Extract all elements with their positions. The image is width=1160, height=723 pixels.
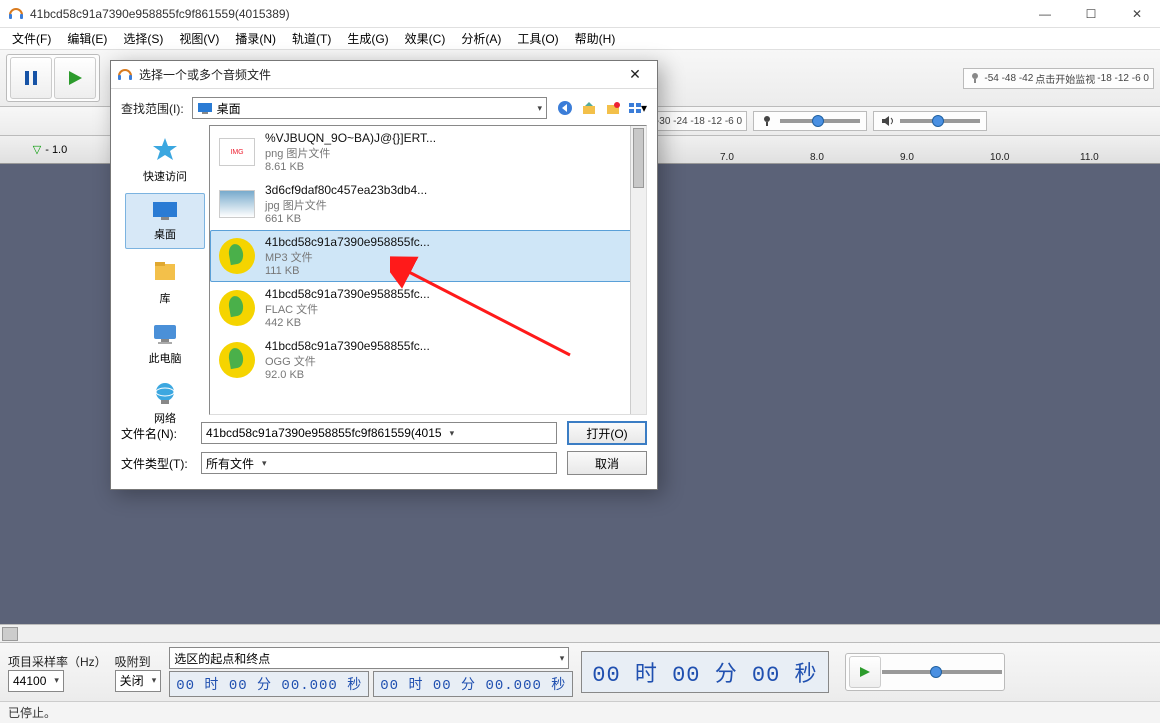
play-at-speed-button[interactable]	[849, 656, 881, 688]
speaker-icon	[880, 114, 894, 128]
selection-mode-combo[interactable]: 选区的起点和终点▾	[169, 647, 569, 669]
lookin-label: 查找范围(I):	[121, 100, 184, 117]
menu-tools[interactable]: 工具(O)	[509, 28, 566, 49]
menubar: 文件(F) 编辑(E) 选择(S) 视图(V) 播录(N) 轨道(T) 生成(G…	[0, 28, 1160, 50]
desktop-icon	[197, 102, 213, 114]
speaker-volume[interactable]	[873, 111, 987, 131]
file-item[interactable]: 3d6cf9daf80c457ea23b3db4... jpg 图片文件 661…	[210, 178, 646, 230]
music-file-icon	[219, 238, 255, 274]
mic-icon	[760, 114, 774, 128]
snap-label: 吸附到	[115, 653, 162, 670]
view-menu-button[interactable]: ▾	[627, 98, 647, 118]
new-folder-button[interactable]	[603, 98, 623, 118]
rate-label: 项目采样率（Hz）	[8, 653, 107, 670]
filename-input[interactable]: 41bcd58c91a7390e958855fc9f861559(4015▾	[201, 422, 557, 444]
playback-speed-slider[interactable]	[882, 670, 1002, 674]
file-list-scrollbar[interactable]	[630, 126, 646, 414]
menu-generate[interactable]: 生成(G)	[339, 28, 396, 49]
menu-select[interactable]: 选择(S)	[115, 28, 171, 49]
rate-combo[interactable]: 44100▾	[8, 670, 64, 692]
selection-end-time[interactable]: 00 时 00 分 00.000 秒	[373, 671, 573, 697]
pin-value: - 1.0	[45, 144, 67, 156]
places-bar: 快速访问 桌面 库 此电脑 网络	[121, 125, 209, 415]
menu-edit[interactable]: 编辑(E)	[59, 28, 115, 49]
file-item[interactable]: 41bcd58c91a7390e958855fc... OGG 文件 92.0 …	[210, 334, 646, 386]
statusbar: 已停止。	[0, 701, 1160, 723]
file-list[interactable]: IMG %VJBUQN_9O~BA)J@{}]ERT... png 图片文件 8…	[209, 125, 647, 415]
dialog-title-text: 选择一个或多个音频文件	[139, 66, 619, 83]
filetype-label: 文件类型(T):	[121, 455, 191, 472]
pause-button[interactable]	[10, 57, 52, 99]
status-text: 已停止。	[8, 704, 56, 721]
file-item[interactable]: 41bcd58c91a7390e958855fc... FLAC 文件 442 …	[210, 282, 646, 334]
menu-analyze[interactable]: 分析(A)	[453, 28, 509, 49]
open-button[interactable]: 打开(O)	[567, 421, 647, 445]
dialog-icon	[117, 67, 133, 83]
window-titlebar: 41bcd58c91a7390e958855fc9f861559(4015389…	[0, 0, 1160, 28]
filename-label: 文件名(N):	[121, 425, 191, 442]
menu-transport[interactable]: 播录(N)	[227, 28, 284, 49]
record-meter[interactable]: -54 -48 -42 点击开始监视 -18 -12 -6 0	[963, 68, 1154, 89]
maximize-button[interactable]: ☐	[1068, 0, 1114, 28]
snap-combo[interactable]: 关闭▾	[115, 670, 162, 692]
file-item[interactable]: 41bcd58c91a7390e958855fc... MP3 文件 111 K…	[210, 230, 646, 282]
horizontal-scrollbar[interactable]	[0, 624, 1160, 642]
place-thispc[interactable]: 此电脑	[125, 315, 205, 373]
dialog-close-button[interactable]: ✕	[619, 66, 651, 83]
minimize-button[interactable]: —	[1022, 0, 1068, 28]
app-icon	[8, 6, 24, 22]
lookin-combo[interactable]: 桌面▾	[192, 97, 547, 119]
back-button[interactable]	[555, 98, 575, 118]
menu-file[interactable]: 文件(F)	[4, 28, 59, 49]
place-libraries[interactable]: 库	[125, 251, 205, 313]
play-button[interactable]	[54, 57, 96, 99]
file-item[interactable]: IMG %VJBUQN_9O~BA)J@{}]ERT... png 图片文件 8…	[210, 126, 646, 178]
selection-start-time[interactable]: 00 时 00 分 00.000 秒	[169, 671, 369, 697]
music-file-icon	[219, 342, 255, 378]
window-title: 41bcd58c91a7390e958855fc9f861559(4015389…	[30, 7, 1022, 21]
audio-position-time[interactable]: 00 时 00 分 00 秒	[581, 651, 828, 693]
menu-view[interactable]: 视图(V)	[171, 28, 227, 49]
pin-icon[interactable]: ▽	[33, 143, 41, 156]
menu-tracks[interactable]: 轨道(T)	[284, 28, 339, 49]
menu-help[interactable]: 帮助(H)	[567, 28, 624, 49]
close-button[interactable]: ✕	[1114, 0, 1160, 28]
filetype-combo[interactable]: 所有文件▾	[201, 452, 557, 474]
mic-volume[interactable]	[753, 111, 867, 131]
cancel-button[interactable]: 取消	[567, 451, 647, 475]
mic-level-icon	[968, 71, 982, 85]
up-button[interactable]	[579, 98, 599, 118]
bottom-panel: 项目采样率（Hz） 44100▾ 吸附到 关闭▾ 选区的起点和终点▾ 00 时 …	[0, 642, 1160, 701]
file-open-dialog: 选择一个或多个音频文件 ✕ 查找范围(I): 桌面▾ ▾ 快速访问	[110, 60, 658, 490]
place-desktop[interactable]: 桌面	[125, 193, 205, 249]
place-quickaccess[interactable]: 快速访问	[125, 129, 205, 191]
music-file-icon	[219, 290, 255, 326]
menu-effect[interactable]: 效果(C)	[397, 28, 454, 49]
